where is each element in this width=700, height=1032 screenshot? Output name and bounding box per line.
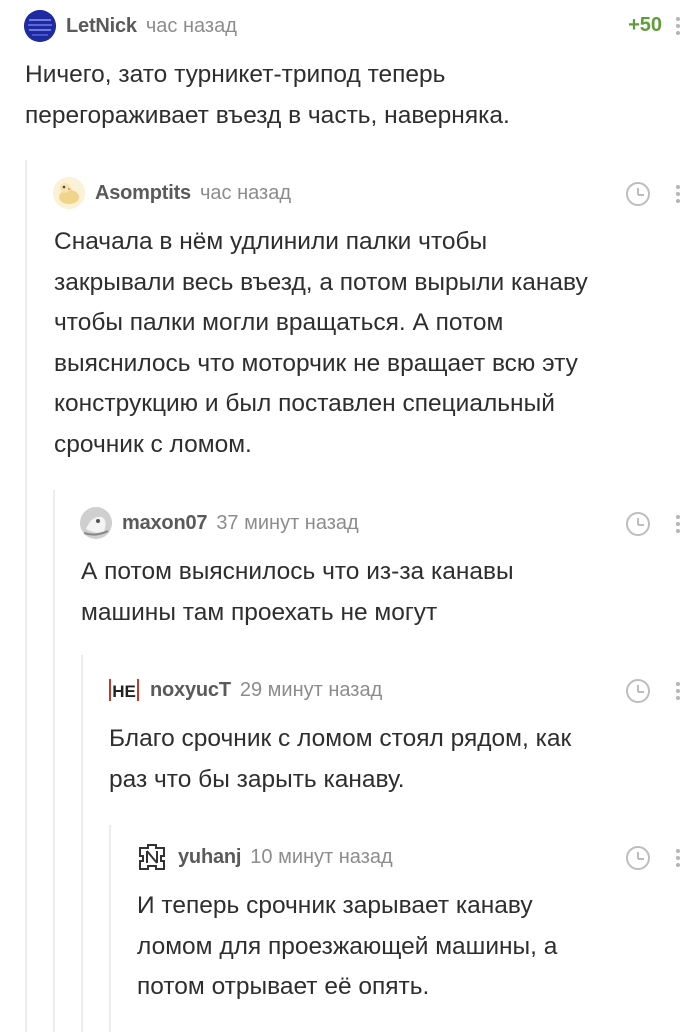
comment-header: yuhanj 10 минут назад	[136, 840, 393, 874]
comment-text: Благо срочник с ломом стоял рядом, как р…	[109, 725, 572, 793]
thread-line-level-3[interactable]	[81, 655, 83, 1032]
comment-text: Ничего, зато турникет-трипод теперь пере…	[25, 61, 510, 129]
comment-time[interactable]: час назад	[200, 182, 291, 205]
author-name[interactable]: yuhanj	[178, 846, 241, 869]
comment-time[interactable]: 10 минут назад	[250, 846, 392, 869]
band-logo-avatar-icon[interactable]	[136, 841, 168, 873]
comment-text: Сначала в нём удлинили палки чтобы закры…	[54, 228, 588, 458]
more-options-icon[interactable]	[675, 682, 681, 702]
thread-line-level-4[interactable]	[109, 825, 111, 1032]
more-options-icon[interactable]	[675, 849, 681, 869]
bird-avatar-icon[interactable]	[53, 177, 85, 209]
ne-logo-avatar-icon[interactable]: НЕ	[108, 674, 140, 706]
rating-value: +50	[628, 14, 662, 36]
author-name[interactable]: maxon07	[122, 512, 208, 535]
clock-icon[interactable]	[626, 182, 650, 206]
thread-line-level-1[interactable]	[25, 160, 27, 1032]
more-options-icon[interactable]	[675, 17, 681, 37]
thread-line-level-2[interactable]	[53, 490, 55, 1032]
author-name[interactable]: Asomptits	[95, 182, 191, 205]
ne-logo-label: НЕ	[112, 682, 136, 701]
clock-icon[interactable]	[626, 846, 650, 870]
comment-time[interactable]: 37 минут назад	[216, 512, 358, 535]
comment-time[interactable]: час назад	[146, 15, 237, 38]
pixel-avatar-icon[interactable]	[24, 10, 56, 42]
comment-text: И теперь срочник зарывает канаву ломом д…	[137, 892, 558, 1000]
comment-header: Asomptits час назад	[53, 176, 291, 210]
comment-header: НЕ noxyucT 29 минут назад	[108, 673, 382, 707]
comment-header: LetNick час назад	[24, 9, 237, 43]
more-options-icon[interactable]	[675, 515, 681, 535]
comment-header: maxon07 37 минут назад	[80, 506, 359, 540]
author-name[interactable]: LetNick	[66, 15, 137, 38]
photo-avatar-icon[interactable]	[80, 507, 112, 539]
clock-icon[interactable]	[626, 679, 650, 703]
comment-text: А потом выяснилось что из-за канавы маши…	[81, 558, 514, 626]
author-name[interactable]: noxyucT	[150, 679, 231, 702]
clock-icon[interactable]	[626, 512, 650, 536]
comment-time[interactable]: 29 минут назад	[240, 679, 382, 702]
more-options-icon[interactable]	[675, 185, 681, 205]
